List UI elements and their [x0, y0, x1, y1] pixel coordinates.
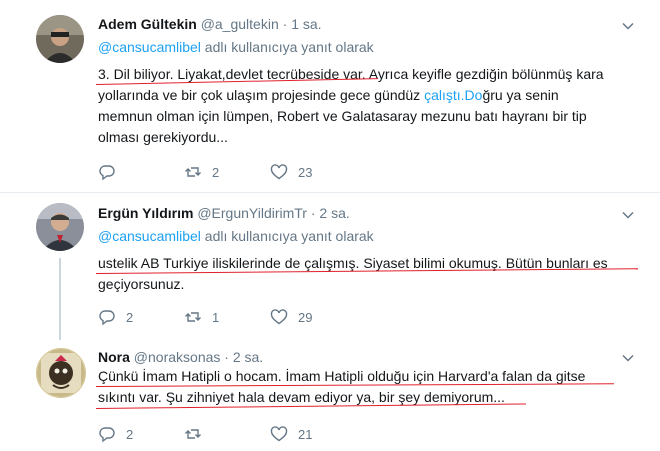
- retweet-button[interactable]: 2: [184, 162, 219, 182]
- reply-mention-link[interactable]: @cansucamlibel: [98, 39, 201, 55]
- tweet-line-part: ğru ya senin: [482, 87, 559, 103]
- reply-button[interactable]: 2: [98, 307, 133, 327]
- author-name[interactable]: Ergün Yıldırım: [98, 205, 193, 221]
- like-button[interactable]: 29: [270, 307, 312, 327]
- retweet-count: 2: [212, 164, 220, 180]
- reply-button[interactable]: [98, 162, 126, 182]
- thread-connector: [59, 258, 61, 340]
- reply-icon: [99, 310, 115, 326]
- reply-context-text: adlı kullanıcıya yanıt olarak: [200, 228, 374, 244]
- more-caret-icon[interactable]: [622, 209, 634, 221]
- like-button[interactable]: 21: [270, 424, 312, 444]
- tweet-line-part: yollarında ve bir çok ulaşım projesinde …: [98, 87, 425, 103]
- retweet-icon: [185, 167, 201, 177]
- retweet-icon: [185, 312, 201, 322]
- author-name[interactable]: Nora: [98, 349, 130, 365]
- like-count: 21: [298, 426, 313, 442]
- avatar[interactable]: [36, 203, 84, 251]
- author-handle[interactable]: @noraksonas: [134, 349, 221, 365]
- tweet-text: Çünkü İmam Hatipli o hocam. İmam Hatipli…: [98, 366, 638, 408]
- like-icon: [270, 164, 288, 180]
- reply-context: @cansucamlibel adlı kullanıcıya yanıt ol…: [98, 38, 374, 56]
- avatar[interactable]: [36, 15, 84, 63]
- like-count: 23: [298, 164, 313, 180]
- timestamp[interactable]: 2 sa.: [233, 349, 263, 365]
- like-icon: [270, 309, 288, 325]
- tweet-line: yollarında ve bir çok ulaşım projesinde …: [98, 85, 638, 106]
- reply-context-text: adlı kullanıcıya yanıt olarak: [200, 39, 374, 55]
- reply-icon: [99, 427, 115, 443]
- separator-dot: ·: [282, 16, 288, 32]
- author-handle[interactable]: @a_gultekin: [201, 16, 279, 32]
- tweet-3[interactable]: Nora @noraksonas · 2 sa. Çünkü İmam Hati…: [0, 340, 660, 451]
- author-handle[interactable]: @ErgunYildirimTr: [197, 205, 307, 221]
- tweet-text: 3. Dil biliyor. Liyakat,devlet tecrübesi…: [98, 64, 638, 148]
- reply-count: 2: [126, 309, 134, 325]
- tweet-line: memnun olman için lümpen, Robert ve Gala…: [98, 108, 587, 124]
- retweet-button[interactable]: [184, 424, 212, 444]
- retweet-count: 1: [212, 309, 220, 325]
- tweet-text: ustelik AB Turkiye iliskilerinde de çalı…: [98, 253, 638, 295]
- tweet-2[interactable]: Ergün Yıldırım @ErgunYildirimTr · 2 sa. …: [0, 193, 660, 343]
- tweet-line: geçiyorsunuz.: [98, 276, 185, 292]
- like-icon: [270, 426, 288, 442]
- hashtag-link[interactable]: çalıştı.Do: [424, 87, 482, 103]
- more-caret-icon[interactable]: [622, 352, 634, 364]
- separator-dot: ·: [224, 349, 229, 365]
- reply-context: @cansucamlibel adlı kullanıcıya yanıt ol…: [98, 227, 374, 245]
- more-caret-icon[interactable]: [622, 20, 634, 32]
- tweet-1[interactable]: Adem Gültekin @a_gultekin · 1 sa. @cansu…: [0, 0, 660, 190]
- timestamp[interactable]: 1 sa.: [291, 16, 321, 32]
- reply-mention-link[interactable]: @cansucamlibel: [98, 228, 201, 244]
- avatar[interactable]: [36, 348, 86, 398]
- retweet-button[interactable]: 1: [184, 307, 219, 327]
- reply-icon: [99, 165, 115, 181]
- retweet-icon: [185, 429, 201, 439]
- reply-button[interactable]: 2: [98, 424, 133, 444]
- like-count: 29: [298, 309, 313, 325]
- tweet-line: olması gerekiyordu...: [98, 129, 228, 145]
- author-name[interactable]: Adem Gültekin: [98, 16, 197, 32]
- separator-dot: ·: [310, 205, 316, 221]
- timestamp[interactable]: 2 sa.: [319, 205, 349, 221]
- reply-count: 2: [126, 426, 134, 442]
- like-button[interactable]: 23: [270, 162, 312, 182]
